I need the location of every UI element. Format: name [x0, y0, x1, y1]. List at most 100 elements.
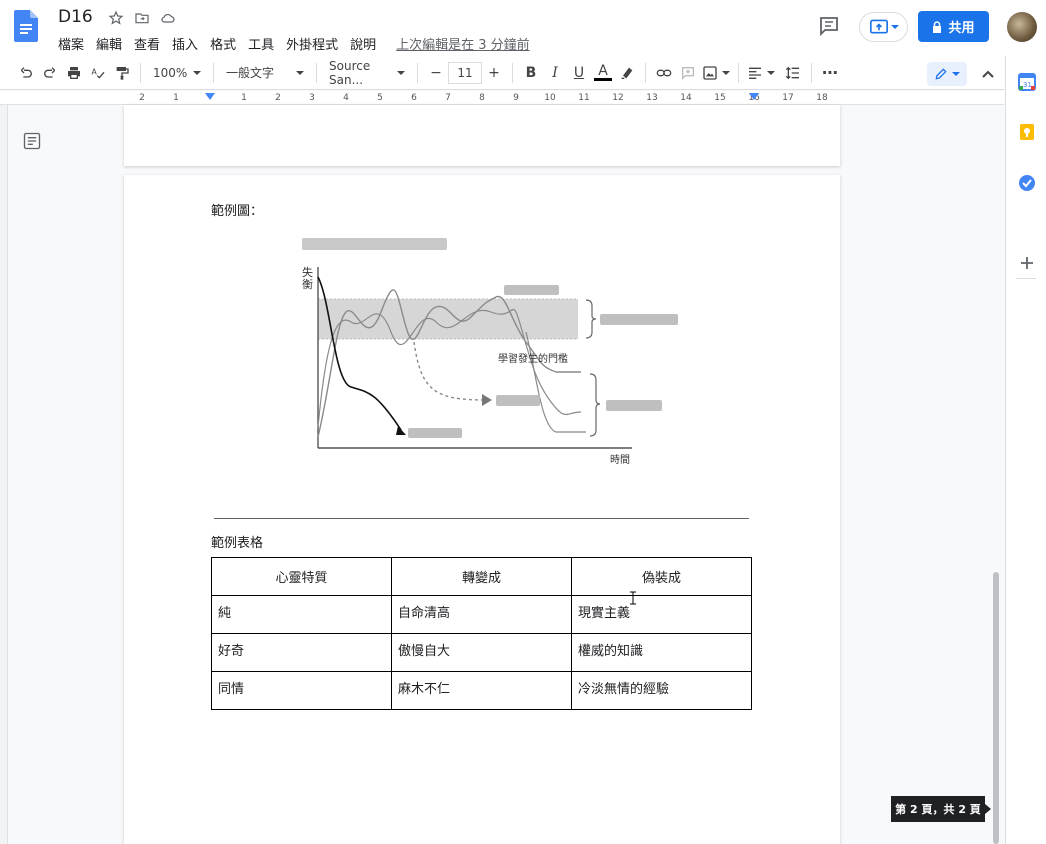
- highlight-icon[interactable]: [615, 60, 639, 86]
- line-spacing-icon[interactable]: [781, 60, 805, 86]
- ruler-number: 2: [139, 93, 145, 103]
- scrollbar-thumb[interactable]: [993, 572, 999, 844]
- share-label: 共用: [948, 21, 975, 36]
- threshold-band: [318, 299, 578, 339]
- menu-tools[interactable]: 工具: [242, 32, 280, 55]
- ruler-number: 7: [445, 93, 451, 103]
- side-panel-divider: [1016, 278, 1036, 279]
- blurred-annotation-5: [408, 428, 462, 438]
- text-color-button[interactable]: A: [591, 60, 615, 86]
- table-cell[interactable]: 傲慢自大: [391, 633, 572, 672]
- blurred-annotation-1: [504, 285, 559, 295]
- right-indent-marker[interactable]: [749, 93, 759, 100]
- table-cell[interactable]: 好奇: [211, 633, 392, 672]
- share-button[interactable]: 共用: [918, 11, 989, 42]
- increase-font-size-button[interactable]: +: [482, 60, 506, 86]
- menu-insert[interactable]: 插入: [166, 32, 204, 55]
- last-edit-link[interactable]: 上次編輯是在 3 分鐘前: [390, 32, 536, 55]
- paint-format-icon[interactable]: [110, 60, 134, 86]
- redo-icon[interactable]: [38, 60, 62, 86]
- tasks-icon[interactable]: [1018, 174, 1036, 192]
- text-color-swatch: [594, 78, 612, 81]
- account-avatar[interactable]: [1007, 12, 1037, 42]
- align-icon[interactable]: [745, 60, 777, 86]
- insert-image-icon[interactable]: [700, 60, 732, 86]
- document-title[interactable]: D16: [58, 7, 93, 27]
- table-header-row: 心靈特質 轉變成 偽裝成: [211, 557, 752, 596]
- menu-format[interactable]: 格式: [204, 32, 242, 55]
- spellcheck-icon[interactable]: A: [86, 60, 110, 86]
- ruler-number: 11: [578, 93, 590, 103]
- cloud-status-icon[interactable]: [158, 8, 178, 28]
- collapse-menus-icon[interactable]: [978, 64, 998, 84]
- toolbar-divider: [316, 62, 317, 83]
- table-header-cell[interactable]: 心靈特質: [211, 557, 392, 596]
- chevron-down-icon: [193, 70, 202, 75]
- more-options-button[interactable]: ⋯: [818, 60, 842, 86]
- table-cell[interactable]: 冷淡無情的經驗: [571, 671, 752, 710]
- figure-image: 失 衡 時間 學習發生的門檻: [302, 238, 678, 466]
- menu-addons[interactable]: 外掛程式: [280, 32, 344, 55]
- underline-button[interactable]: U: [567, 60, 591, 86]
- lock-icon: [933, 20, 942, 33]
- calendar-icon[interactable]: 31: [1018, 73, 1036, 91]
- star-icon[interactable]: [106, 8, 126, 28]
- page-indicator: 第 2 頁，共 2 頁: [891, 796, 991, 822]
- docs-logo-icon[interactable]: [14, 10, 38, 42]
- zoom-select[interactable]: 100%: [147, 66, 207, 80]
- vertical-ruler[interactable]: [0, 105, 8, 844]
- ruler-number: 10: [544, 93, 556, 103]
- horizontal-ruler[interactable]: 2 1 1 2 3 4 5 6 7 8 9 10 11 12 13 14 15 16 17 18: [0, 91, 1004, 105]
- ruler-number: 17: [782, 93, 794, 103]
- move-folder-icon[interactable]: [132, 8, 152, 28]
- table-header-cell[interactable]: 轉變成: [391, 557, 572, 596]
- style-value: 一般文字: [226, 66, 275, 80]
- x-axis-label: 時間: [610, 454, 630, 466]
- chevron-down-icon: [890, 25, 899, 29]
- table-cell[interactable]: 自命清高: [391, 595, 572, 634]
- ruler-number: 1: [241, 93, 247, 103]
- editing-mode-button[interactable]: [927, 62, 967, 86]
- font-size-input[interactable]: 11: [448, 61, 482, 84]
- blurred-annotation-4: [496, 395, 540, 406]
- example-figure[interactable]: 失 衡 時間 學習發生的門檻: [296, 232, 686, 472]
- table-cell[interactable]: 現實主義: [571, 595, 752, 634]
- bold-button[interactable]: B: [519, 60, 543, 86]
- add-comment-icon[interactable]: [676, 60, 700, 86]
- add-addon-icon[interactable]: [1018, 254, 1036, 272]
- document-outline-icon[interactable]: [22, 131, 42, 151]
- chevron-down-icon: [722, 70, 730, 75]
- table-header-cell[interactable]: 偽裝成: [571, 557, 752, 596]
- chevron-down-icon: [952, 72, 960, 76]
- toolbar-divider: [140, 62, 141, 83]
- example-table[interactable]: 心靈特質 轉變成 偽裝成 純 自命清高 現實主義 好奇 傲慢自大 權威的知識 同…: [211, 557, 752, 710]
- ruler-number: 5: [377, 93, 383, 103]
- keep-icon[interactable]: [1018, 123, 1036, 141]
- menu-help[interactable]: 說明: [344, 32, 382, 55]
- decrease-font-size-button[interactable]: −: [424, 60, 448, 86]
- text-cursor-icon: [629, 590, 637, 605]
- table-cell[interactable]: 麻木不仁: [391, 671, 572, 710]
- ruler-number: 9: [513, 93, 519, 103]
- table-cell[interactable]: 純: [211, 595, 392, 634]
- table-row: 純 自命清高 現實主義: [211, 595, 752, 634]
- undo-icon[interactable]: [14, 60, 38, 86]
- menu-edit[interactable]: 編輯: [90, 32, 128, 55]
- font-select[interactable]: Source San...: [323, 59, 411, 87]
- present-button[interactable]: [859, 12, 908, 42]
- ruler-number: 18: [816, 93, 828, 103]
- menu-view[interactable]: 查看: [128, 32, 166, 55]
- style-select[interactable]: 一般文字: [220, 64, 310, 81]
- print-icon[interactable]: [62, 60, 86, 86]
- link-icon[interactable]: [652, 60, 676, 86]
- table-cell[interactable]: 同情: [211, 671, 392, 710]
- left-indent-marker[interactable]: [205, 93, 215, 100]
- ruler-number: 6: [411, 93, 417, 103]
- blurred-annotation-2: [600, 314, 678, 325]
- italic-button[interactable]: I: [543, 60, 567, 86]
- toolbar-divider: [417, 62, 418, 83]
- table-cell[interactable]: 權威的知識: [571, 633, 752, 672]
- comment-history-button[interactable]: [816, 14, 842, 38]
- menu-file[interactable]: 檔案: [52, 32, 90, 55]
- toolbar-divider: [645, 62, 646, 83]
